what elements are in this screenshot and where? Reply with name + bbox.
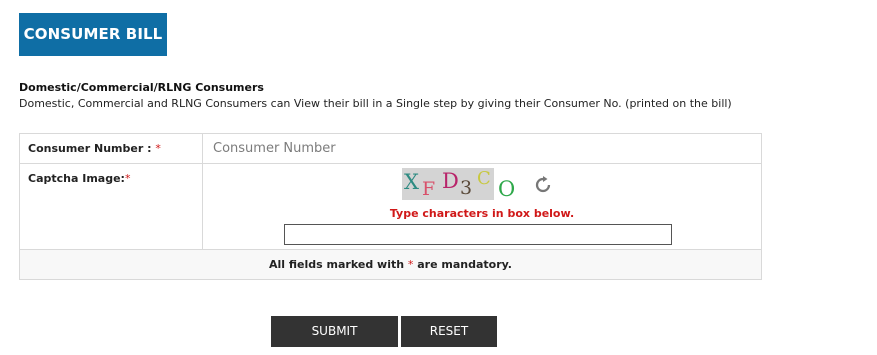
captcha-char: O: [498, 177, 516, 201]
captcha-char: X: [404, 170, 419, 194]
refresh-icon[interactable]: [534, 176, 552, 194]
mandatory-note-suffix: are mandatory.: [417, 258, 512, 271]
consumer-number-label-text: Consumer Number :: [28, 142, 156, 155]
required-mark: *: [407, 258, 414, 271]
section-heading: Domestic/Commercial/RLNG Consumers: [19, 81, 264, 94]
captcha-input[interactable]: [284, 224, 672, 245]
mandatory-note-row: All fields marked with * are mandatory.: [20, 250, 761, 279]
captcha-char: C: [477, 168, 491, 189]
captcha-char: 3: [460, 177, 473, 199]
captcha-label: Captcha Image:*: [20, 164, 203, 249]
captcha-row: Captcha Image:* X F D 3 C O Type charact…: [20, 164, 761, 250]
captcha-image: X F D 3 C O: [402, 168, 515, 200]
captcha-label-text: Captcha Image:: [28, 172, 125, 185]
reset-button[interactable]: RESET: [401, 316, 497, 347]
required-mark: *: [155, 142, 161, 155]
submit-button[interactable]: SUBMIT: [271, 316, 398, 347]
mandatory-note-prefix: All fields marked with: [269, 258, 405, 271]
captcha-hint: Type characters in box below.: [389, 207, 575, 220]
captcha-char: F: [422, 178, 436, 200]
captcha-cell: X F D 3 C O Type characters in box below…: [203, 164, 761, 249]
consumer-number-row: Consumer Number : * Consumer Number: [20, 134, 761, 164]
consumer-number-input[interactable]: Consumer Number: [203, 134, 761, 163]
section-description: Domestic, Commercial and RLNG Consumers …: [19, 97, 732, 110]
page-title-banner: CONSUMER BILL: [19, 13, 167, 56]
required-mark: *: [124, 172, 131, 185]
bill-form: Consumer Number : * Consumer Number Capt…: [19, 133, 762, 280]
consumer-number-label: Consumer Number : *: [20, 134, 203, 163]
captcha-char: D: [442, 169, 459, 193]
